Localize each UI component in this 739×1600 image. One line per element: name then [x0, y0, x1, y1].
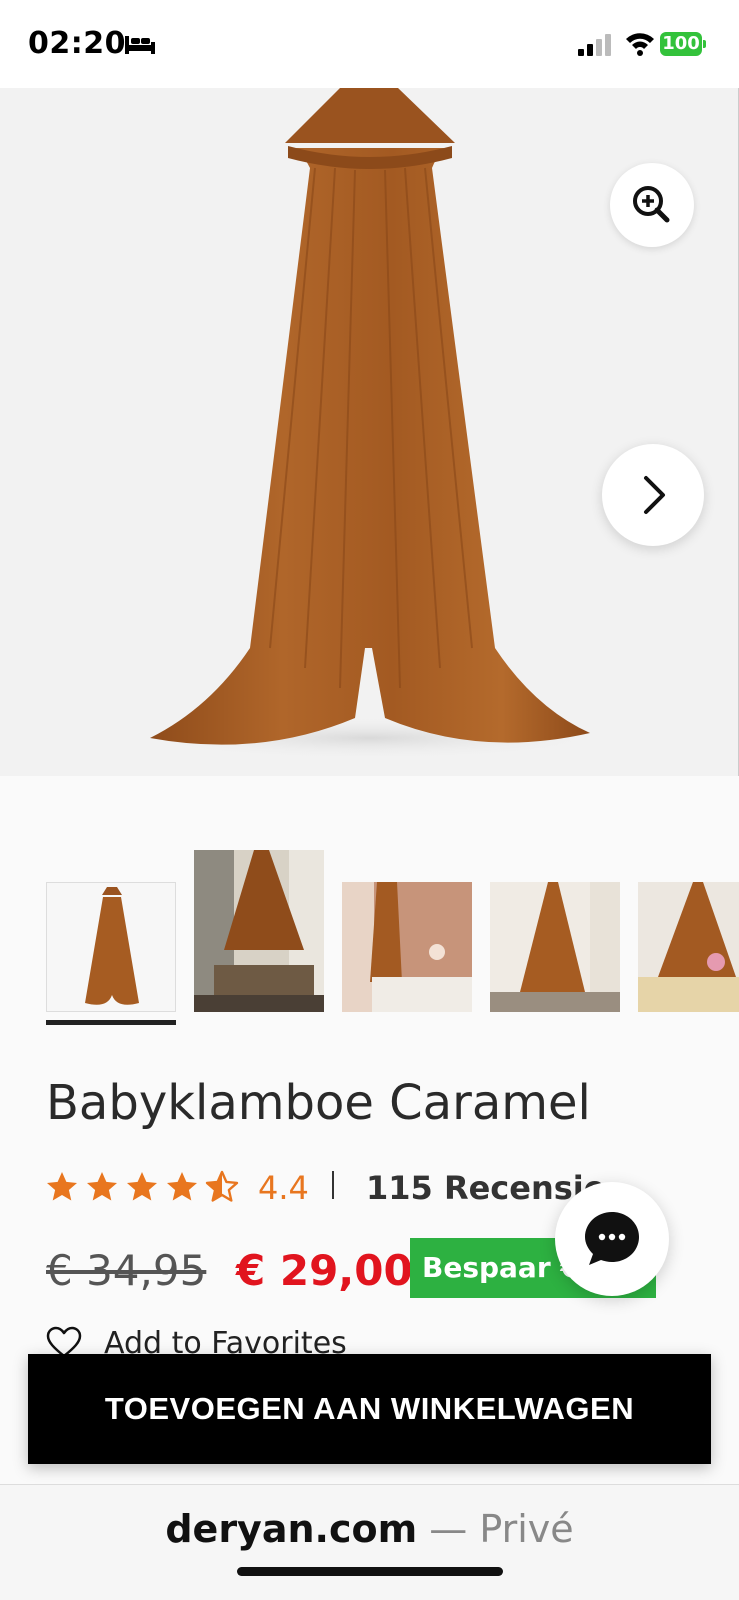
next-image-button[interactable]	[602, 444, 704, 546]
thumbnail-selected-indicator	[46, 1020, 176, 1025]
chevron-right-icon	[644, 476, 665, 514]
product-hero-image[interactable]	[0, 88, 739, 776]
browser-address-bar[interactable]: deryan.com — Privé	[0, 1484, 739, 1600]
sale-price: € 29,00	[236, 1246, 413, 1295]
bed-icon	[125, 36, 155, 54]
original-price: € 34,95	[46, 1246, 207, 1295]
add-to-cart-button[interactable]: TOEVOEGEN AAN WINKELWAGEN	[28, 1354, 711, 1464]
status-bar: 02:20 100	[0, 0, 739, 88]
star-half-icon	[205, 1170, 239, 1202]
zoom-in-icon	[633, 186, 670, 223]
star-full-icon	[87, 1172, 117, 1201]
browsing-mode: — Privé	[417, 1507, 574, 1551]
battery-level: 100	[660, 32, 702, 56]
battery-icon: 100	[660, 32, 706, 56]
rating-divider	[332, 1171, 334, 1199]
zoom-button[interactable]	[610, 163, 694, 247]
star-full-icon	[127, 1172, 157, 1201]
chat-button[interactable]	[555, 1182, 669, 1296]
star-full-icon	[167, 1172, 197, 1201]
product-title: Babyklamboe Caramel	[46, 1075, 591, 1131]
domain-host: deryan.com	[165, 1507, 418, 1551]
status-time: 02:20	[28, 26, 126, 61]
home-indicator[interactable]	[237, 1567, 503, 1576]
cellular-signal-icon	[578, 34, 611, 56]
thumbnail-5[interactable]	[638, 882, 739, 1012]
wifi-icon	[626, 33, 654, 56]
thumbnail-1[interactable]	[46, 882, 176, 1012]
thumbnail-2[interactable]	[194, 850, 324, 1012]
thumbnail-3[interactable]	[342, 882, 472, 1012]
domain-display[interactable]: deryan.com — Privé	[0, 1507, 739, 1551]
rating-value: 4.4	[258, 1169, 309, 1207]
star-full-icon	[47, 1172, 77, 1201]
thumbnail-4[interactable]	[490, 882, 620, 1012]
rating-row[interactable]: 4.4 115 Recensie	[44, 1165, 605, 1209]
chat-icon	[585, 1212, 639, 1265]
